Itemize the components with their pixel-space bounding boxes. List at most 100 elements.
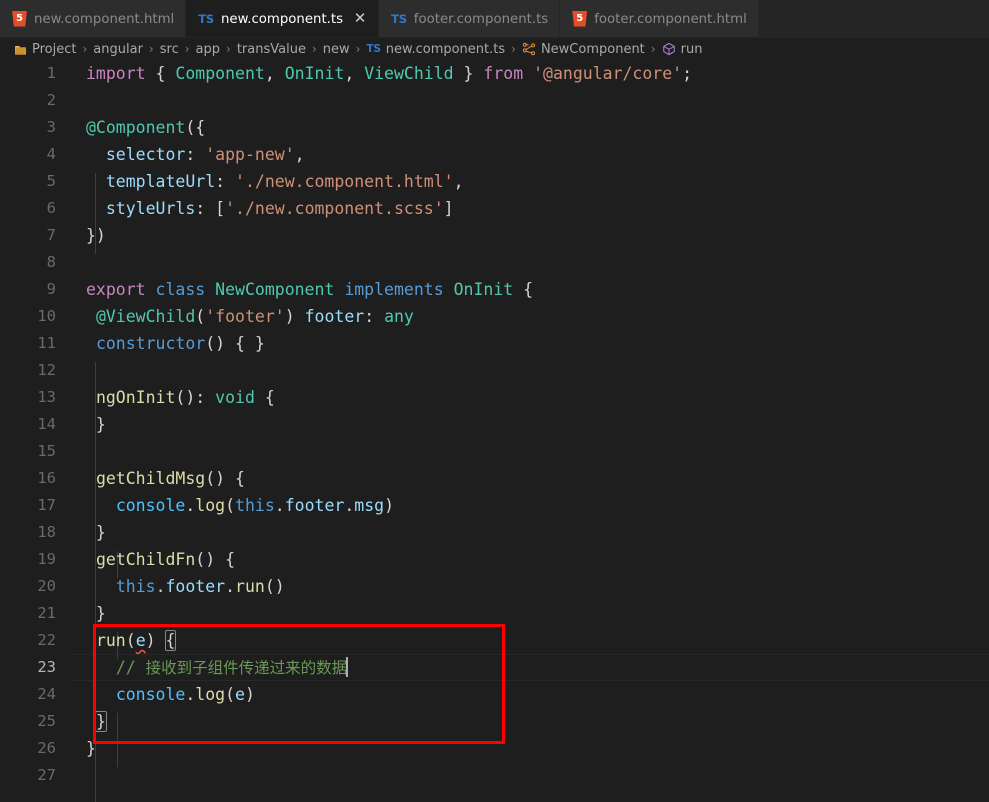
- line-content[interactable]: selector: 'app-new',: [56, 141, 989, 168]
- breadcrumb-item-class[interactable]: NewComponent: [520, 42, 647, 57]
- token-keyword: this: [235, 496, 275, 515]
- code-line[interactable]: 12: [0, 357, 989, 384]
- code-lines[interactable]: 1 import { Component, OnInit, ViewChild …: [0, 60, 989, 789]
- code-line[interactable]: 9 export class NewComponent implements O…: [0, 276, 989, 303]
- code-line[interactable]: 6 styleUrls: ['./new.component.scss']: [0, 195, 989, 222]
- line-content[interactable]: // 接收到子组件传递过来的数据: [56, 654, 989, 682]
- code-line[interactable]: 11 constructor() { }: [0, 330, 989, 357]
- tab-new-component-html[interactable]: 5 new.component.html: [0, 0, 187, 37]
- token-function: ngOnInit: [95, 388, 176, 407]
- code-line[interactable]: 1 import { Component, OnInit, ViewChild …: [0, 60, 989, 87]
- code-line[interactable]: 20 this.footer.run(): [0, 573, 989, 600]
- code-line[interactable]: 14 }: [0, 411, 989, 438]
- tab-footer-component-ts[interactable]: TS footer.component.ts: [379, 0, 561, 37]
- breadcrumb-label: transValue: [236, 41, 306, 57]
- token-function: log: [195, 496, 226, 515]
- line-content[interactable]: ngOnInit(): void {: [56, 384, 989, 411]
- code-line[interactable]: 7 }): [0, 222, 989, 249]
- token-string: '@angular/core': [533, 64, 683, 83]
- breadcrumb-item-project[interactable]: Project: [12, 42, 78, 57]
- line-content[interactable]: }: [56, 411, 989, 438]
- line-content[interactable]: run(e) {: [56, 627, 989, 654]
- token-property: templateUrl: [105, 172, 216, 191]
- close-icon[interactable]: ✕: [353, 11, 367, 26]
- code-line[interactable]: 16 getChildMsg() {: [0, 465, 989, 492]
- token-string: './new.component.html': [235, 172, 454, 191]
- token-type: Component: [175, 64, 265, 83]
- token-type: void: [215, 388, 255, 407]
- line-content[interactable]: constructor() { }: [56, 330, 989, 357]
- tab-label: new.component.html: [34, 11, 175, 27]
- line-content[interactable]: export class NewComponent implements OnI…: [56, 276, 989, 303]
- tab-label: footer.component.html: [594, 11, 747, 27]
- breadcrumb-label: Project: [32, 41, 77, 57]
- line-content[interactable]: @Component({: [56, 114, 989, 141]
- code-line[interactable]: 27: [0, 762, 989, 789]
- code-line[interactable]: 26 }: [0, 735, 989, 762]
- code-line[interactable]: 17 console.log(this.footer.msg): [0, 492, 989, 519]
- html5-file-icon: 5: [572, 10, 588, 27]
- token-keyword: implements: [344, 280, 444, 299]
- code-line[interactable]: 15: [0, 438, 989, 465]
- token-function: getChildFn: [95, 550, 196, 569]
- token-keyword: class: [155, 280, 206, 299]
- code-editor[interactable]: 1 import { Component, OnInit, ViewChild …: [0, 60, 989, 802]
- line-number: 1: [46, 64, 56, 82]
- code-line[interactable]: 4 selector: 'app-new',: [0, 141, 989, 168]
- breadcrumb-item-transvalue[interactable]: transValue: [235, 42, 308, 57]
- line-number: 8: [46, 253, 56, 271]
- token-decorator: @Component: [86, 118, 186, 137]
- breadcrumb-item-src[interactable]: src: [158, 42, 181, 57]
- token-type: OnInit: [453, 280, 514, 299]
- line-content[interactable]: console.log(e): [56, 681, 989, 708]
- line-number: 20: [37, 577, 56, 595]
- line-content[interactable]: styleUrls: ['./new.component.scss']: [56, 195, 989, 222]
- line-content[interactable]: }: [56, 735, 989, 762]
- token-object: console: [115, 685, 186, 704]
- code-line[interactable]: 13 ngOnInit(): void {: [0, 384, 989, 411]
- class-symbol-icon: [522, 42, 536, 56]
- token-property: footer: [304, 307, 365, 326]
- code-line[interactable]: 5 templateUrl: './new.component.html',: [0, 168, 989, 195]
- line-content[interactable]: }: [56, 600, 989, 627]
- line-content[interactable]: this.footer.run(): [56, 573, 989, 600]
- token-keyword: import: [86, 64, 146, 83]
- code-line[interactable]: 8: [0, 249, 989, 276]
- line-content[interactable]: import { Component, OnInit, ViewChild } …: [56, 60, 989, 87]
- tab-new-component-ts[interactable]: TS new.component.ts ✕: [186, 0, 380, 37]
- line-content[interactable]: getChildMsg() {: [56, 465, 989, 492]
- line-content[interactable]: }): [56, 222, 989, 249]
- breadcrumb-item-file[interactable]: TS new.component.ts: [364, 42, 507, 57]
- token-property: footer: [165, 577, 226, 596]
- line-content[interactable]: }: [56, 519, 989, 546]
- token-property: e: [235, 685, 245, 704]
- line-number: 25: [37, 712, 56, 730]
- line-content[interactable]: templateUrl: './new.component.html',: [56, 168, 989, 195]
- token-keyword: from: [483, 64, 524, 83]
- tab-bar-empty-space: [758, 0, 989, 37]
- breadcrumb-item-new[interactable]: new: [321, 42, 352, 57]
- line-content[interactable]: @ViewChild('footer') footer: any: [56, 303, 989, 330]
- line-number: 14: [37, 415, 56, 433]
- breadcrumb-item-app[interactable]: app: [194, 42, 222, 57]
- code-line[interactable]: 3 @Component({: [0, 114, 989, 141]
- tab-footer-component-html[interactable]: 5 footer.component.html: [560, 0, 759, 37]
- breadcrumb-item-method[interactable]: run: [660, 42, 705, 57]
- line-content[interactable]: console.log(this.footer.msg): [56, 492, 989, 519]
- code-line[interactable]: 19 getChildFn() {: [0, 546, 989, 573]
- line-content[interactable]: }: [56, 708, 989, 735]
- code-line[interactable]: 25 }: [0, 708, 989, 735]
- code-line-active[interactable]: 23 // 接收到子组件传递过来的数据: [0, 654, 989, 681]
- line-number: 11: [37, 334, 56, 352]
- breadcrumb-label: new: [322, 41, 350, 57]
- code-line[interactable]: 24 console.log(e): [0, 681, 989, 708]
- code-line[interactable]: 21 }: [0, 600, 989, 627]
- breadcrumb-item-angular[interactable]: angular: [91, 42, 145, 57]
- code-line[interactable]: 2: [0, 87, 989, 114]
- breadcrumb-label: run: [680, 41, 703, 57]
- breadcrumb-label: NewComponent: [540, 41, 645, 57]
- code-line[interactable]: 10 @ViewChild('footer') footer: any: [0, 303, 989, 330]
- code-line[interactable]: 22 run(e) {: [0, 627, 989, 654]
- line-content[interactable]: getChildFn() {: [56, 546, 989, 573]
- code-line[interactable]: 18 }: [0, 519, 989, 546]
